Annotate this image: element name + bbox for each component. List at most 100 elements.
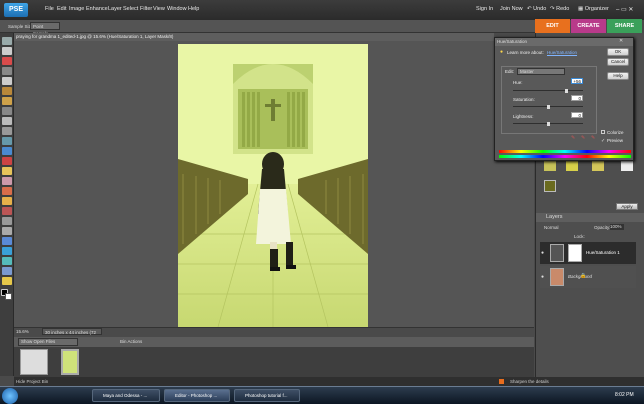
tip-bulb-icon: ● — [500, 49, 504, 55]
saturation-slider-knob[interactable] — [547, 105, 550, 109]
effect-thumbnail[interactable] — [566, 161, 578, 171]
undo-button[interactable]: ↶ Undo — [527, 6, 546, 12]
effect-thumbnail[interactable] — [544, 161, 556, 171]
magic-wand-tool-icon[interactable] — [2, 97, 12, 105]
edit-channel-select[interactable]: Master — [517, 68, 565, 75]
saturation-label: Saturation: — [513, 97, 535, 102]
shape-tool-icon[interactable] — [2, 247, 12, 255]
tab-edit[interactable]: EDIT — [535, 19, 570, 33]
opacity-field[interactable]: 100% — [610, 224, 624, 230]
straighten-tool-icon[interactable] — [2, 147, 12, 155]
menu-filter[interactable]: Filter — [140, 6, 152, 12]
layers-panel-title[interactable]: Layers — [536, 213, 644, 222]
tab-share[interactable]: SHARE — [607, 19, 642, 33]
hue-field[interactable]: +56 — [571, 78, 583, 84]
close-icon[interactable]: ✕ — [619, 38, 623, 44]
preview-checkbox[interactable]: ✓ — [601, 138, 605, 144]
colorize-checkbox[interactable] — [601, 130, 605, 134]
bin-show-dropdown[interactable]: Show Open Files — [18, 338, 78, 346]
cancel-button[interactable]: Cancel — [607, 58, 629, 66]
paint-bucket-icon[interactable] — [2, 227, 12, 235]
hide-project-bin[interactable]: Hide Project Bin — [16, 377, 48, 386]
menu-select[interactable]: Select — [123, 6, 138, 12]
taskbar-item[interactable]: Photoshop tutorial f... — [234, 389, 300, 402]
eye-icon[interactable]: ● — [541, 274, 544, 280]
sign-in-link[interactable]: Sign In — [476, 6, 493, 12]
clone-stamp-icon[interactable] — [2, 177, 12, 185]
lasso-tool-icon[interactable] — [2, 87, 12, 95]
eyedropper-tool-icon[interactable] — [2, 67, 12, 75]
layer-row[interactable]: ● Hue/Saturation 1 — [540, 242, 636, 264]
layer-row[interactable]: ● Background 🔒 — [540, 266, 636, 288]
menu-window[interactable]: Window — [167, 6, 187, 12]
effect-thumbnail[interactable] — [621, 161, 633, 171]
app-logo: PSE — [4, 3, 28, 17]
blend-mode-select[interactable]: Normal — [544, 225, 559, 230]
layer-thumbnail — [550, 268, 564, 286]
hint-text[interactable]: Sharpen the details — [510, 377, 549, 386]
redo-button[interactable]: ↷ Redo — [550, 6, 569, 12]
cookie-cutter-icon[interactable] — [2, 137, 12, 145]
bin-thumbnail[interactable] — [61, 349, 79, 375]
bin-thumbnail[interactable] — [20, 349, 48, 375]
layer-name[interactable]: Hue/Saturation 1 — [586, 250, 620, 255]
taskbar-item[interactable]: Maya and Odessa - ... — [92, 389, 160, 402]
ok-button[interactable]: OK — [607, 48, 629, 56]
hue-slider-knob[interactable] — [565, 89, 568, 93]
eye-icon[interactable]: ● — [541, 250, 544, 256]
organizer-button[interactable]: ▦ Organizer — [578, 6, 609, 12]
help-button[interactable]: Help — [607, 72, 629, 80]
menu-enhance[interactable]: Enhance — [86, 6, 108, 12]
join-now-link[interactable]: Join Now — [500, 6, 523, 12]
crop-tool-icon[interactable] — [2, 127, 12, 135]
eyedropper-icon[interactable]: ✎ — [571, 135, 575, 141]
learn-more-link[interactable]: Hue/Saturation — [547, 50, 577, 55]
tab-create[interactable]: CREATE — [571, 19, 606, 33]
app-bar: PSE File Edit Image Enhance Layer Select… — [0, 0, 644, 20]
healing-brush-icon[interactable] — [2, 167, 12, 175]
blur-tool-icon[interactable] — [2, 257, 12, 265]
start-button-icon[interactable] — [2, 388, 18, 404]
gradient-tool-icon[interactable] — [2, 237, 12, 245]
lightness-slider-knob[interactable] — [547, 122, 550, 126]
document-title: praying for grandma 1_edited-1.jpg @ 15.… — [14, 33, 494, 41]
hue-slider[interactable] — [513, 90, 583, 91]
window-controls[interactable]: – ▭ ✕ — [616, 6, 633, 13]
menu-edit[interactable]: Edit — [57, 6, 66, 12]
selection-brush-icon[interactable] — [2, 107, 12, 115]
red-eye-tool-icon[interactable] — [2, 157, 12, 165]
type-tool-icon[interactable] — [2, 117, 12, 125]
menu-layer[interactable]: Layer — [108, 6, 122, 12]
eraser-tool-icon[interactable] — [2, 187, 12, 195]
saturation-field[interactable]: 0 — [571, 95, 583, 101]
layer-mask-thumbnail[interactable] — [568, 244, 582, 262]
sample-size-select[interactable]: Point Sample — [30, 22, 60, 36]
menu-view[interactable]: View — [153, 6, 165, 12]
document-image[interactable] — [178, 44, 368, 327]
bin-actions-menu[interactable]: Bin Actions — [120, 339, 142, 344]
impressionist-brush-icon[interactable] — [2, 217, 12, 225]
zoom-tool-icon[interactable] — [2, 57, 12, 65]
menu-help[interactable]: Help — [188, 6, 199, 12]
taskbar-item[interactable]: Editor - Photoshop ... — [164, 389, 230, 402]
dialog-title: Hue/Saturation — [495, 38, 633, 46]
document-size[interactable]: 30 inches x 44 inches (72 ppi) — [42, 328, 102, 342]
eyedropper-plus-icon[interactable]: ✎ — [581, 135, 585, 141]
sponge-tool-icon[interactable] — [2, 267, 12, 275]
learn-more-label: Learn more about: — [507, 50, 544, 55]
effect-thumbnail[interactable] — [592, 161, 604, 171]
menu-image[interactable]: Image — [69, 6, 84, 12]
effect-thumbnail[interactable] — [544, 180, 556, 192]
lightness-field[interactable]: 0 — [571, 112, 583, 118]
brush-tool-icon[interactable] — [2, 197, 12, 205]
opacity-label: Opacity: — [594, 225, 611, 230]
menu-file[interactable]: File — [45, 6, 54, 12]
marquee-tool-icon[interactable] — [2, 77, 12, 85]
move-tool-icon[interactable] — [2, 37, 12, 45]
smart-brush-icon[interactable] — [2, 207, 12, 215]
apply-button[interactable]: Apply — [616, 203, 638, 210]
hand-tool-icon[interactable] — [2, 47, 12, 55]
pencil-tool-icon[interactable] — [2, 277, 12, 285]
eyedropper-minus-icon[interactable]: ✎ — [591, 135, 595, 141]
background-color-swatch[interactable] — [5, 293, 12, 300]
